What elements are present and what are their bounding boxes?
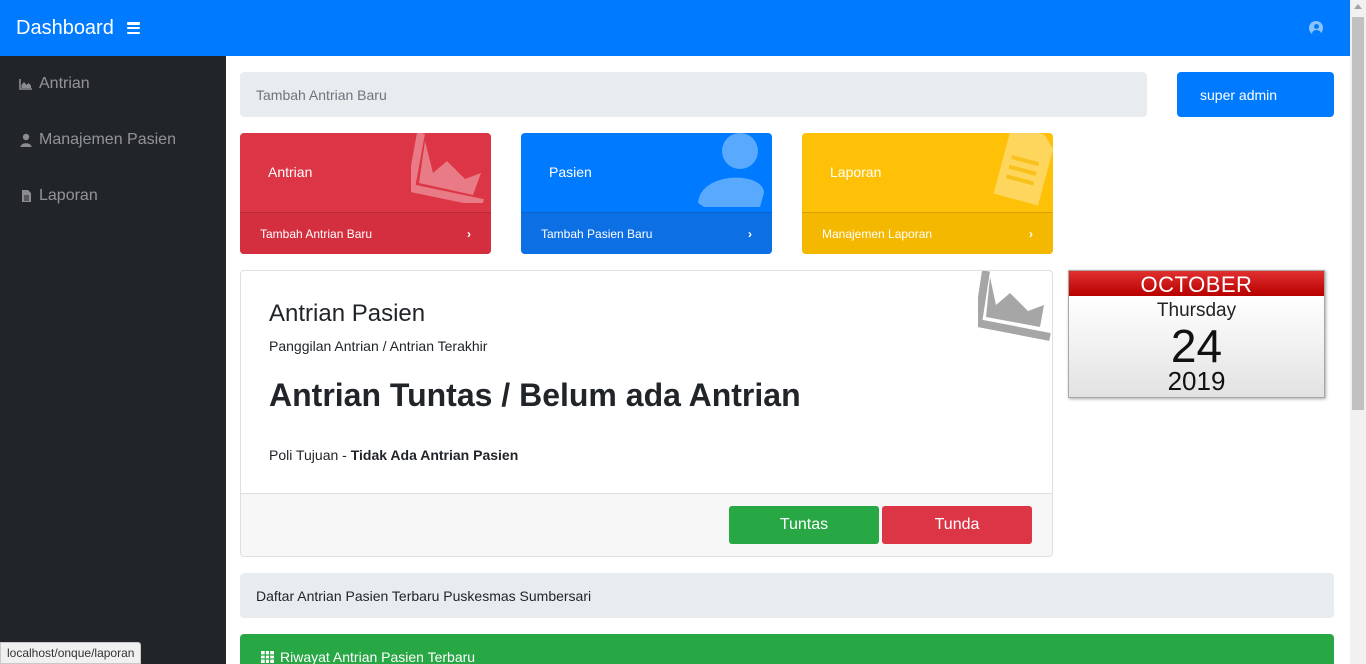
breadcrumb-text: Tambah Antrian Baru [256,86,387,103]
poli-tujuan: Poli Tujuan - Tidak Ada Antrian Pasien [269,447,518,463]
brand-title[interactable]: Dashboard [16,17,114,40]
queue-panel: Antrian Pasien Panggilan Antrian / Antri… [240,270,1053,557]
status-bar-url-text: localhost/onque/laporan [7,646,135,660]
card-laporan: Laporan Manajemen Laporan › [802,133,1053,254]
history-title: Riwayat Antrian Pasien Terbaru [280,649,476,664]
super-admin-label: super admin [1200,86,1278,103]
card-footer-link[interactable]: Tambah Antrian Baru › [240,212,491,254]
file-icon [19,189,33,203]
calendar-widget: OCTOBER Thursday 24 2019 [1068,270,1325,398]
sidebar-item-label: Antrian [39,75,90,92]
calendar-month: OCTOBER [1069,271,1324,297]
card-title: Laporan [830,164,882,180]
super-admin-button[interactable]: super admin [1177,72,1334,117]
area-chart-icon [411,133,484,203]
card-footer-label: Tambah Pasien Baru [541,226,653,241]
status-bar-url: localhost/onque/laporan [0,642,142,664]
queue-list-title: Daftar Antrian Pasien Terbaru Puskesmas … [240,573,1334,618]
calendar-day: 24 [1170,320,1223,372]
chevron-right-icon: › [748,226,752,241]
poli-value: Tidak Ada Antrian Pasien [350,447,519,463]
area-chart-icon [978,271,1051,341]
sidebar-item-antrian[interactable]: Antrian [0,56,226,112]
sidebar-item-laporan[interactable]: Laporan [0,168,226,224]
breadcrumb: Tambah Antrian Baru [240,72,1147,117]
tunda-label: Tunda [934,516,980,533]
scrollbar-thumb[interactable] [1352,17,1364,410]
chevron-right-icon: › [1029,226,1033,241]
card-footer-link[interactable]: Manajemen Laporan › [802,212,1053,254]
poli-label: Poli Tujuan - [269,447,351,463]
card-title: Antrian [268,164,313,180]
user-icon [698,133,764,207]
tunda-button[interactable]: Tunda [882,506,1032,544]
card-title: Pasien [549,164,592,180]
card-antrian: Antrian Tambah Antrian Baru › [240,133,491,254]
panel-subtitle: Panggilan Antrian / Antrian Terakhir [269,338,488,354]
page-scrollbar[interactable] [1350,0,1366,664]
chevron-right-icon: › [467,226,471,241]
tuntas-button[interactable]: Tuntas [729,506,879,544]
history-header: Riwayat Antrian Pasien Terbaru [240,634,1334,664]
calendar-weekday: Thursday [1156,300,1237,321]
panel-title: Antrian Pasien [269,300,426,327]
table-icon [261,651,274,663]
sidebar-item-label: Manajemen Pasien [39,131,176,148]
card-footer-label: Manajemen Laporan [822,226,933,241]
sidebar-item-label: Laporan [39,187,98,204]
user-circle-icon[interactable] [1309,21,1323,35]
file-text-icon [993,133,1053,206]
sidebar: Antrian Manajemen Pasien Laporan [0,56,226,664]
sidebar-item-manajemen-pasien[interactable]: Manajemen Pasien [0,112,226,168]
user-icon [19,133,33,147]
calendar-year: 2019 [1167,366,1226,396]
card-footer-link[interactable]: Tambah Pasien Baru › [521,212,772,254]
brand[interactable]: Dashboard [16,17,140,40]
scroll-up-icon[interactable] [1354,4,1362,9]
card-pasien: Pasien Tambah Pasien Baru › [521,133,772,254]
queue-status: Antrian Tuntas / Belum ada Antrian [269,377,801,413]
area-chart-icon [19,77,33,91]
queue-list-title-text: Daftar Antrian Pasien Terbaru Puskesmas … [256,587,592,604]
card-footer-label: Tambah Antrian Baru [260,226,373,241]
panel-footer: Tuntas Tunda [241,493,1052,556]
top-navbar: Dashboard [0,0,1350,56]
hamburger-icon[interactable] [126,22,140,34]
tuntas-label: Tuntas [779,516,829,533]
